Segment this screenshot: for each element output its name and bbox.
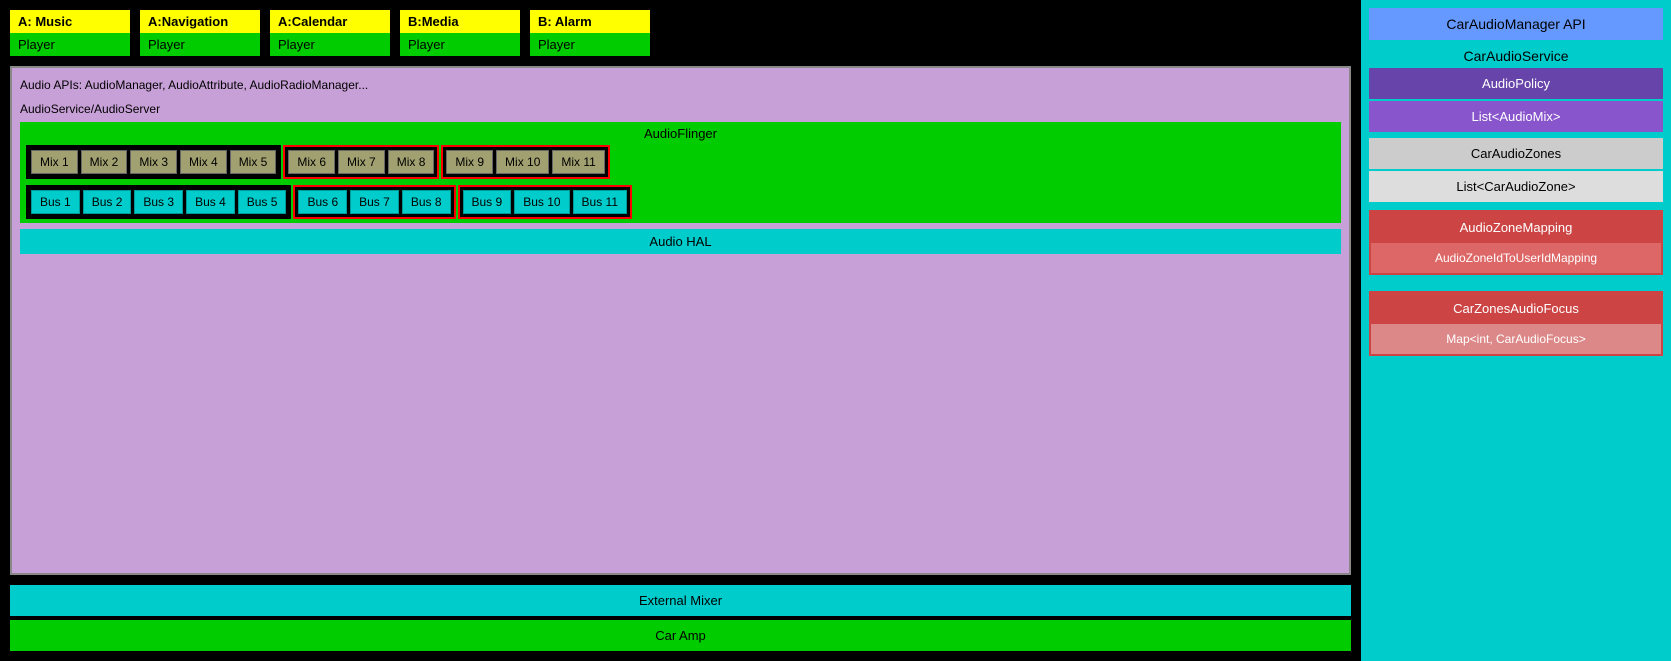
external-mixer-bar: External Mixer (10, 585, 1351, 616)
audio-service-label: AudioService/AudioServer (20, 100, 1341, 118)
bus-2: Bus 2 (83, 190, 132, 214)
car-amp-bar: Car Amp (10, 620, 1351, 651)
app-card-2-top: A:Calendar (270, 10, 390, 33)
bus-11: Bus 11 (573, 190, 627, 214)
mix-3: Mix 3 (130, 150, 177, 174)
audio-hal-bar: Audio HAL (20, 229, 1341, 254)
mix-10: Mix 10 (496, 150, 549, 174)
app-card-4: B: Alarm Player (530, 10, 650, 56)
audio-zone-mapping-box: AudioZoneMapping (1371, 212, 1661, 243)
car-audio-zones-box: CarAudioZones (1369, 138, 1663, 169)
bottom-bars: External Mixer Car Amp (10, 585, 1351, 651)
car-audio-service-label: CarAudioService (1369, 44, 1663, 68)
bus-9: Bus 9 (463, 190, 512, 214)
app-card-3: B:Media Player (400, 10, 520, 56)
bus-zone-2: Bus 6 Bus 7 Bus 8 (293, 185, 455, 219)
app-cards-row: A: Music Player A:Navigation Player A:Ca… (10, 10, 1351, 56)
mix-4: Mix 4 (180, 150, 227, 174)
map-car-audio-focus-box: Map<int, CarAudioFocus> (1371, 324, 1661, 354)
mix-1: Mix 1 (31, 150, 78, 174)
bus-zones-row: Bus 1 Bus 2 Bus 3 Bus 4 Bus 5 Bus 6 Bus … (26, 185, 1335, 219)
left-panel: A: Music Player A:Navigation Player A:Ca… (0, 0, 1361, 661)
bus-1: Bus 1 (31, 190, 80, 214)
app-card-0: A: Music Player (10, 10, 130, 56)
app-card-2-bottom: Player (270, 33, 390, 56)
mix-5: Mix 5 (230, 150, 277, 174)
mix-6: Mix 6 (288, 150, 335, 174)
list-car-audio-zone-box: List<CarAudioZone> (1369, 171, 1663, 202)
bus-6: Bus 6 (298, 190, 347, 214)
car-zones-audio-focus-box: CarZonesAudioFocus (1371, 293, 1661, 324)
bus-4: Bus 4 (186, 190, 235, 214)
app-card-0-bottom: Player (10, 33, 130, 56)
mix-zone-1: Mix 1 Mix 2 Mix 3 Mix 4 Mix 5 (26, 145, 281, 179)
app-card-3-top: B:Media (400, 10, 520, 33)
mix-2: Mix 2 (81, 150, 128, 174)
app-card-1-bottom: Player (140, 33, 260, 56)
mix-zone-2: Mix 6 Mix 7 Mix 8 (283, 145, 439, 179)
app-card-4-bottom: Player (530, 33, 650, 56)
audio-flinger-container: AudioFlinger Mix 1 Mix 2 Mix 3 Mix 4 Mix… (20, 122, 1341, 223)
audio-apis-label: Audio APIs: AudioManager, AudioAttribute… (20, 76, 1341, 94)
mix-zones-row: Mix 1 Mix 2 Mix 3 Mix 4 Mix 5 Mix 6 Mix … (26, 145, 1335, 179)
mix-9: Mix 9 (446, 150, 493, 174)
mix-8: Mix 8 (388, 150, 435, 174)
mix-11: Mix 11 (552, 150, 604, 174)
bus-5: Bus 5 (238, 190, 287, 214)
right-panel: CarAudioManager API CarAudioService Audi… (1361, 0, 1671, 661)
bus-zone-1: Bus 1 Bus 2 Bus 3 Bus 4 Bus 5 (26, 185, 291, 219)
mix-zone-3: Mix 9 Mix 10 Mix 11 (441, 145, 609, 179)
arch-block: Audio APIs: AudioManager, AudioAttribute… (10, 66, 1351, 575)
bus-zone-3: Bus 9 Bus 10 Bus 11 (458, 185, 633, 219)
audio-zone-id-box: AudioZoneIdToUserIdMapping (1371, 243, 1661, 273)
app-card-4-top: B: Alarm (530, 10, 650, 33)
car-zones-audio-focus-section: CarZonesAudioFocus Map<int, CarAudioFocu… (1369, 291, 1663, 356)
bus-7: Bus 7 (350, 190, 399, 214)
bus-8: Bus 8 (402, 190, 451, 214)
app-card-0-top: A: Music (10, 10, 130, 33)
bus-3: Bus 3 (134, 190, 183, 214)
app-card-3-bottom: Player (400, 33, 520, 56)
app-card-1-top: A:Navigation (140, 10, 260, 33)
audio-flinger-label: AudioFlinger (26, 126, 1335, 141)
audio-zone-mapping-section: AudioZoneMapping AudioZoneIdToUserIdMapp… (1369, 210, 1663, 275)
list-audio-mix-box: List<AudioMix> (1369, 101, 1663, 132)
app-card-1: A:Navigation Player (140, 10, 260, 56)
mix-7: Mix 7 (338, 150, 385, 174)
car-audio-manager-api: CarAudioManager API (1369, 8, 1663, 40)
app-card-2: A:Calendar Player (270, 10, 390, 56)
bus-10: Bus 10 (514, 190, 569, 214)
audio-policy-box: AudioPolicy (1369, 68, 1663, 99)
